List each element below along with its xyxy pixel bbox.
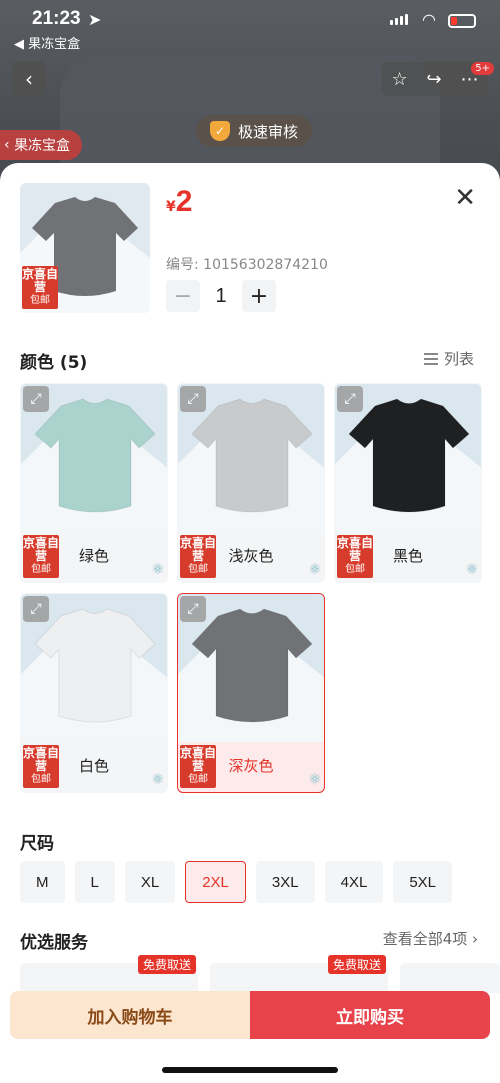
see-all-services-link[interactable]: 查看全部4项 › [383, 928, 478, 949]
service-card[interactable]: 免费取送 [210, 955, 388, 993]
size-section-title: 尺码 [20, 834, 54, 854]
color-section-title: 颜色 (5) [20, 353, 88, 373]
share-icon[interactable]: ↪ [427, 69, 442, 90]
back-to-app-link[interactable]: ◀ 果冻宝盒 [14, 33, 80, 52]
signal-icon [390, 14, 408, 25]
size-option-m[interactable]: M [20, 861, 65, 903]
color-option[interactable]: ⤢ 京喜自营 包邮 ❄ 白色 [20, 593, 168, 793]
price-amount: 2 [175, 185, 193, 218]
shop-tag-label: 果冻宝盒 [14, 138, 71, 154]
color-option[interactable]: ⤢ 京喜自营 包邮 ❄ 黑色 [334, 383, 482, 583]
color-label: 浅灰色 [228, 547, 274, 565]
service-card[interactable] [400, 963, 500, 993]
size-option-5xl[interactable]: 5XL [393, 861, 453, 903]
sku-number: 编号: 10156302874210 [166, 257, 328, 273]
expand-icon[interactable]: ⤢ [337, 386, 363, 412]
size-option-l[interactable]: L [74, 861, 115, 903]
color-option[interactable]: ⤢ 京喜自营 包邮 ❄ 深灰色 [177, 593, 325, 793]
location-arrow-icon: ➤ [88, 10, 102, 29]
color-label: 深灰色 [228, 757, 274, 775]
free-pickup-tag: 免费取送 [327, 955, 386, 974]
expand-icon[interactable]: ⤢ [180, 596, 206, 622]
list-view-toggle[interactable]: 列表 [423, 348, 474, 369]
message-badge: 5+ [471, 62, 494, 75]
expand-icon[interactable]: ⤢ [23, 596, 49, 622]
battery-icon [448, 14, 476, 28]
free-pickup-tag: 免费取送 [137, 955, 196, 974]
chevron-left-icon: ‹ [4, 137, 15, 153]
buy-now-button[interactable]: 立即购买 [250, 991, 490, 1039]
selected-product-thumbnail[interactable]: 京喜自营 包邮 [20, 183, 150, 313]
color-label: 黑色 [392, 547, 423, 565]
quantity-stepper: − 1 + [166, 280, 276, 312]
promo-badge: 京喜自营 包邮 [22, 266, 58, 309]
quantity-value[interactable]: 1 [208, 285, 234, 308]
list-icon [423, 352, 438, 365]
status-time: 21:23 [32, 8, 81, 29]
back-button[interactable]: ‹ [12, 62, 46, 96]
color-option[interactable]: ⤢ 京喜自营 包邮 ❄ 绿色 [20, 383, 168, 583]
wifi-icon: ◠ [422, 10, 436, 29]
shield-check-icon: ✓ [210, 121, 230, 141]
price: ¥2 [166, 185, 192, 219]
size-option-3xl[interactable]: 3XL [255, 861, 315, 903]
service-section-title: 优选服务 [20, 933, 88, 953]
size-option-xl[interactable]: XL [124, 861, 176, 903]
sku-selector-sheet: 京喜自营 包邮 ¥2 ✕ 编号: 10156302874210 − 1 + 颜色 … [0, 163, 500, 1083]
service-card[interactable]: 免费取送 [20, 955, 198, 993]
color-label: 绿色 [78, 547, 109, 565]
increase-quantity-button[interactable]: + [242, 280, 276, 312]
currency-symbol: ¥ [166, 199, 176, 215]
service-cards: 免费取送 免费取送 [20, 955, 500, 993]
add-to-cart-button[interactable]: 加入购物车 [10, 991, 250, 1039]
status-bar: 21:23 ➤ ◠ [0, 8, 500, 32]
home-indicator [162, 1067, 338, 1073]
shop-tag[interactable]: ‹ 果冻宝盒 [0, 130, 83, 160]
color-option[interactable]: ⤢ 京喜自营 包邮 ❄ 浅灰色 [177, 383, 325, 583]
favorite-star-icon[interactable]: ☆ [391, 69, 407, 90]
close-icon[interactable]: ✕ [454, 183, 476, 213]
size-options: M L XL 2XL 3XL 4XL 5XL [20, 861, 453, 903]
size-option-4xl[interactable]: 4XL [324, 861, 384, 903]
expand-icon[interactable]: ⤢ [180, 386, 206, 412]
chevron-left-icon: ‹ [25, 67, 33, 91]
fast-review-label: 极速审核 [238, 122, 299, 141]
size-option-2xl[interactable]: 2XL [185, 861, 246, 903]
expand-icon[interactable]: ⤢ [23, 386, 49, 412]
action-bar: 加入购物车 立即购买 [10, 991, 490, 1039]
color-label: 白色 [78, 757, 109, 775]
decrease-quantity-button[interactable]: − [166, 280, 200, 312]
fast-review-badge: ✓ 极速审核 [196, 115, 313, 147]
list-view-label: 列表 [443, 350, 474, 368]
